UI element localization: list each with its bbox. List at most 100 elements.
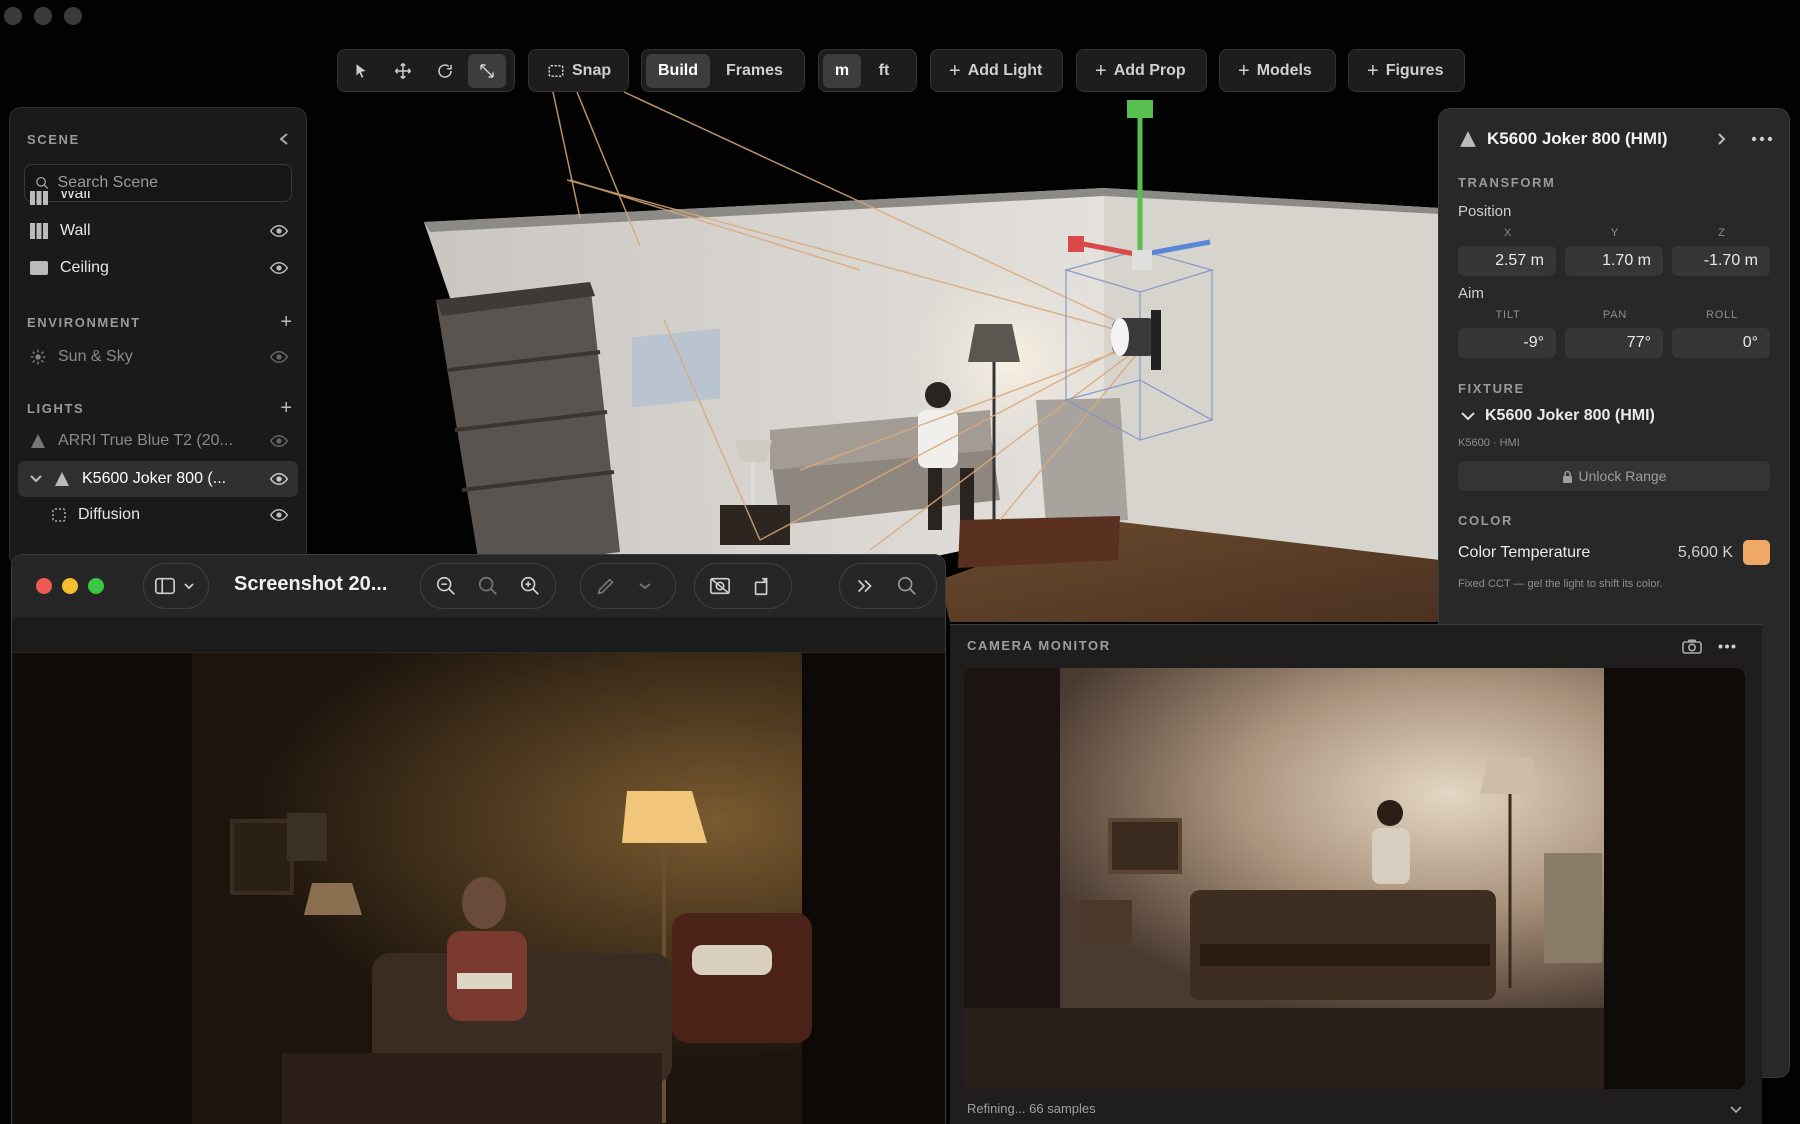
diffusion-icon [52,508,66,522]
light-item-k5600[interactable]: K5600 Joker 800 (... [18,461,298,497]
environment-item-sun-sky[interactable]: Sun & Sky [18,340,298,374]
zoom-dot[interactable] [64,7,82,25]
eye-icon[interactable] [270,473,288,485]
light-cone-icon [31,434,45,448]
axis-y-label: Y [1610,227,1620,239]
close-dot[interactable] [4,7,22,25]
light-item-diffusion[interactable]: Diffusion [18,498,298,532]
fixture-name: K5600 Joker 800 (HMI) [1485,407,1655,424]
adjust-image-icon[interactable] [701,567,739,605]
snap-icon [548,64,564,77]
light-item-arri[interactable]: ARRI True Blue T2 (20... [18,424,298,458]
models-button[interactable]: + Models [1224,54,1326,88]
viewer-close-button[interactable] [36,578,52,594]
add-environment-icon[interactable]: + [280,312,292,332]
frames-tab[interactable]: Frames [714,54,795,88]
figures-label: Figures [1385,61,1444,79]
light-fixture[interactable] [1111,310,1161,370]
unlock-range-button[interactable]: Unlock Range [1458,461,1770,491]
window-controls[interactable] [4,7,82,25]
more-icon[interactable] [1718,644,1736,649]
transform-tool-group [337,49,515,92]
search-input[interactable] [57,174,281,192]
more-icon[interactable] [1751,136,1773,142]
collapse-chevron-icon[interactable] [278,132,290,146]
models-label: Models [1256,61,1312,79]
scene-item-label: Wall [60,222,91,239]
eye-icon[interactable] [270,435,288,447]
unit-toggle: m ft [818,49,917,92]
build-tab[interactable]: Build [646,53,710,88]
more-tools-icon[interactable] [846,567,884,605]
add-light-group: + Add Light [930,49,1063,92]
pan-field[interactable]: 77° [1565,328,1663,358]
scene-title: SCENE [27,131,80,147]
unit-meters[interactable]: m [823,53,861,88]
viewer-strip [12,617,945,653]
transform-gizmo[interactable] [1068,100,1211,270]
search-icon[interactable] [888,567,926,605]
eye-icon[interactable] [270,351,288,363]
roll-label: ROLL [1706,309,1738,321]
viewer-minimize-button[interactable] [62,578,78,594]
markup-pen-icon[interactable] [587,567,625,605]
position-z-field[interactable]: -1.70 m [1672,246,1770,276]
wall-icon [30,223,48,239]
zoom-in-icon[interactable] [511,567,549,605]
figure [925,382,951,408]
fixture-dropdown[interactable]: K5600 Joker 800 (HMI) [1461,407,1655,425]
viewer-zoom-button[interactable] [88,578,104,594]
roll-field[interactable]: 0° [1672,328,1770,358]
unit-feet[interactable]: ft [865,54,903,88]
position-y-field[interactable]: 1.70 m [1565,246,1663,276]
color-swatch[interactable] [1743,540,1770,565]
eye-icon[interactable] [270,509,288,521]
screenshot-viewer-window: Screenshot 20... [11,554,946,1124]
scene-item-wall-clipped[interactable]: Wall [18,191,298,215]
pan-label: PAN [1602,309,1628,321]
axis-z-label: Z [1718,227,1726,239]
snap-button[interactable]: Snap [533,54,625,88]
eye-icon[interactable] [270,225,288,237]
sidebar-icon[interactable] [150,567,180,605]
zoom-out-icon[interactable] [427,567,465,605]
rotate-icon[interactable] [426,54,464,88]
eye-icon[interactable] [270,262,288,274]
position-x-field[interactable]: 2.57 m [1458,246,1556,276]
light-item-label: K5600 Joker 800 (... [82,470,227,487]
chevron-right-icon[interactable] [1717,132,1727,146]
chevron-down-icon[interactable] [30,474,42,484]
environment-item-label: Sun & Sky [58,348,133,365]
tilt-field[interactable]: -9° [1458,328,1556,358]
plus-icon: + [1367,59,1379,82]
camera-render-view[interactable] [964,668,1745,1089]
minimize-dot[interactable] [34,7,52,25]
move-icon[interactable] [384,54,422,88]
chevron-down-icon [1461,412,1475,421]
select-arrow-icon[interactable] [342,54,380,88]
search-icon [36,176,49,189]
chevron-down-icon[interactable] [639,582,651,590]
actual-size-icon[interactable] [469,567,507,605]
ceiling-icon [30,261,48,275]
figures-button[interactable]: + Figures [1353,54,1457,88]
camera-icon[interactable] [1682,638,1702,654]
scene-item-label: Wall [60,191,91,202]
environment-section-header: ENVIRONMENT + [27,312,292,332]
chevron-down-icon[interactable] [1730,1106,1742,1114]
scale-icon[interactable] [468,53,506,88]
add-light-button[interactable]: + Add Light [935,54,1056,88]
reference-film-still [12,653,945,1124]
light-beam-lines [552,91,1137,551]
scene-item-wall[interactable]: Wall [18,214,298,248]
position-label: Position [1458,203,1512,220]
rotate-page-icon[interactable] [743,567,781,605]
sidebar-toggle[interactable] [143,563,209,609]
add-prop-button[interactable]: + Add Prop [1081,54,1200,88]
transform-title: TRANSFORM [1458,175,1556,190]
add-prop-label: Add Prop [1113,61,1186,79]
add-light-icon[interactable]: + [280,398,292,418]
scene-item-ceiling[interactable]: Ceiling [18,251,298,285]
color-temp-value[interactable]: 5,600 K [1678,544,1733,562]
scene-panel: SCENE Wall Wall Ceiling ENVIRONMENT + S [9,107,307,567]
